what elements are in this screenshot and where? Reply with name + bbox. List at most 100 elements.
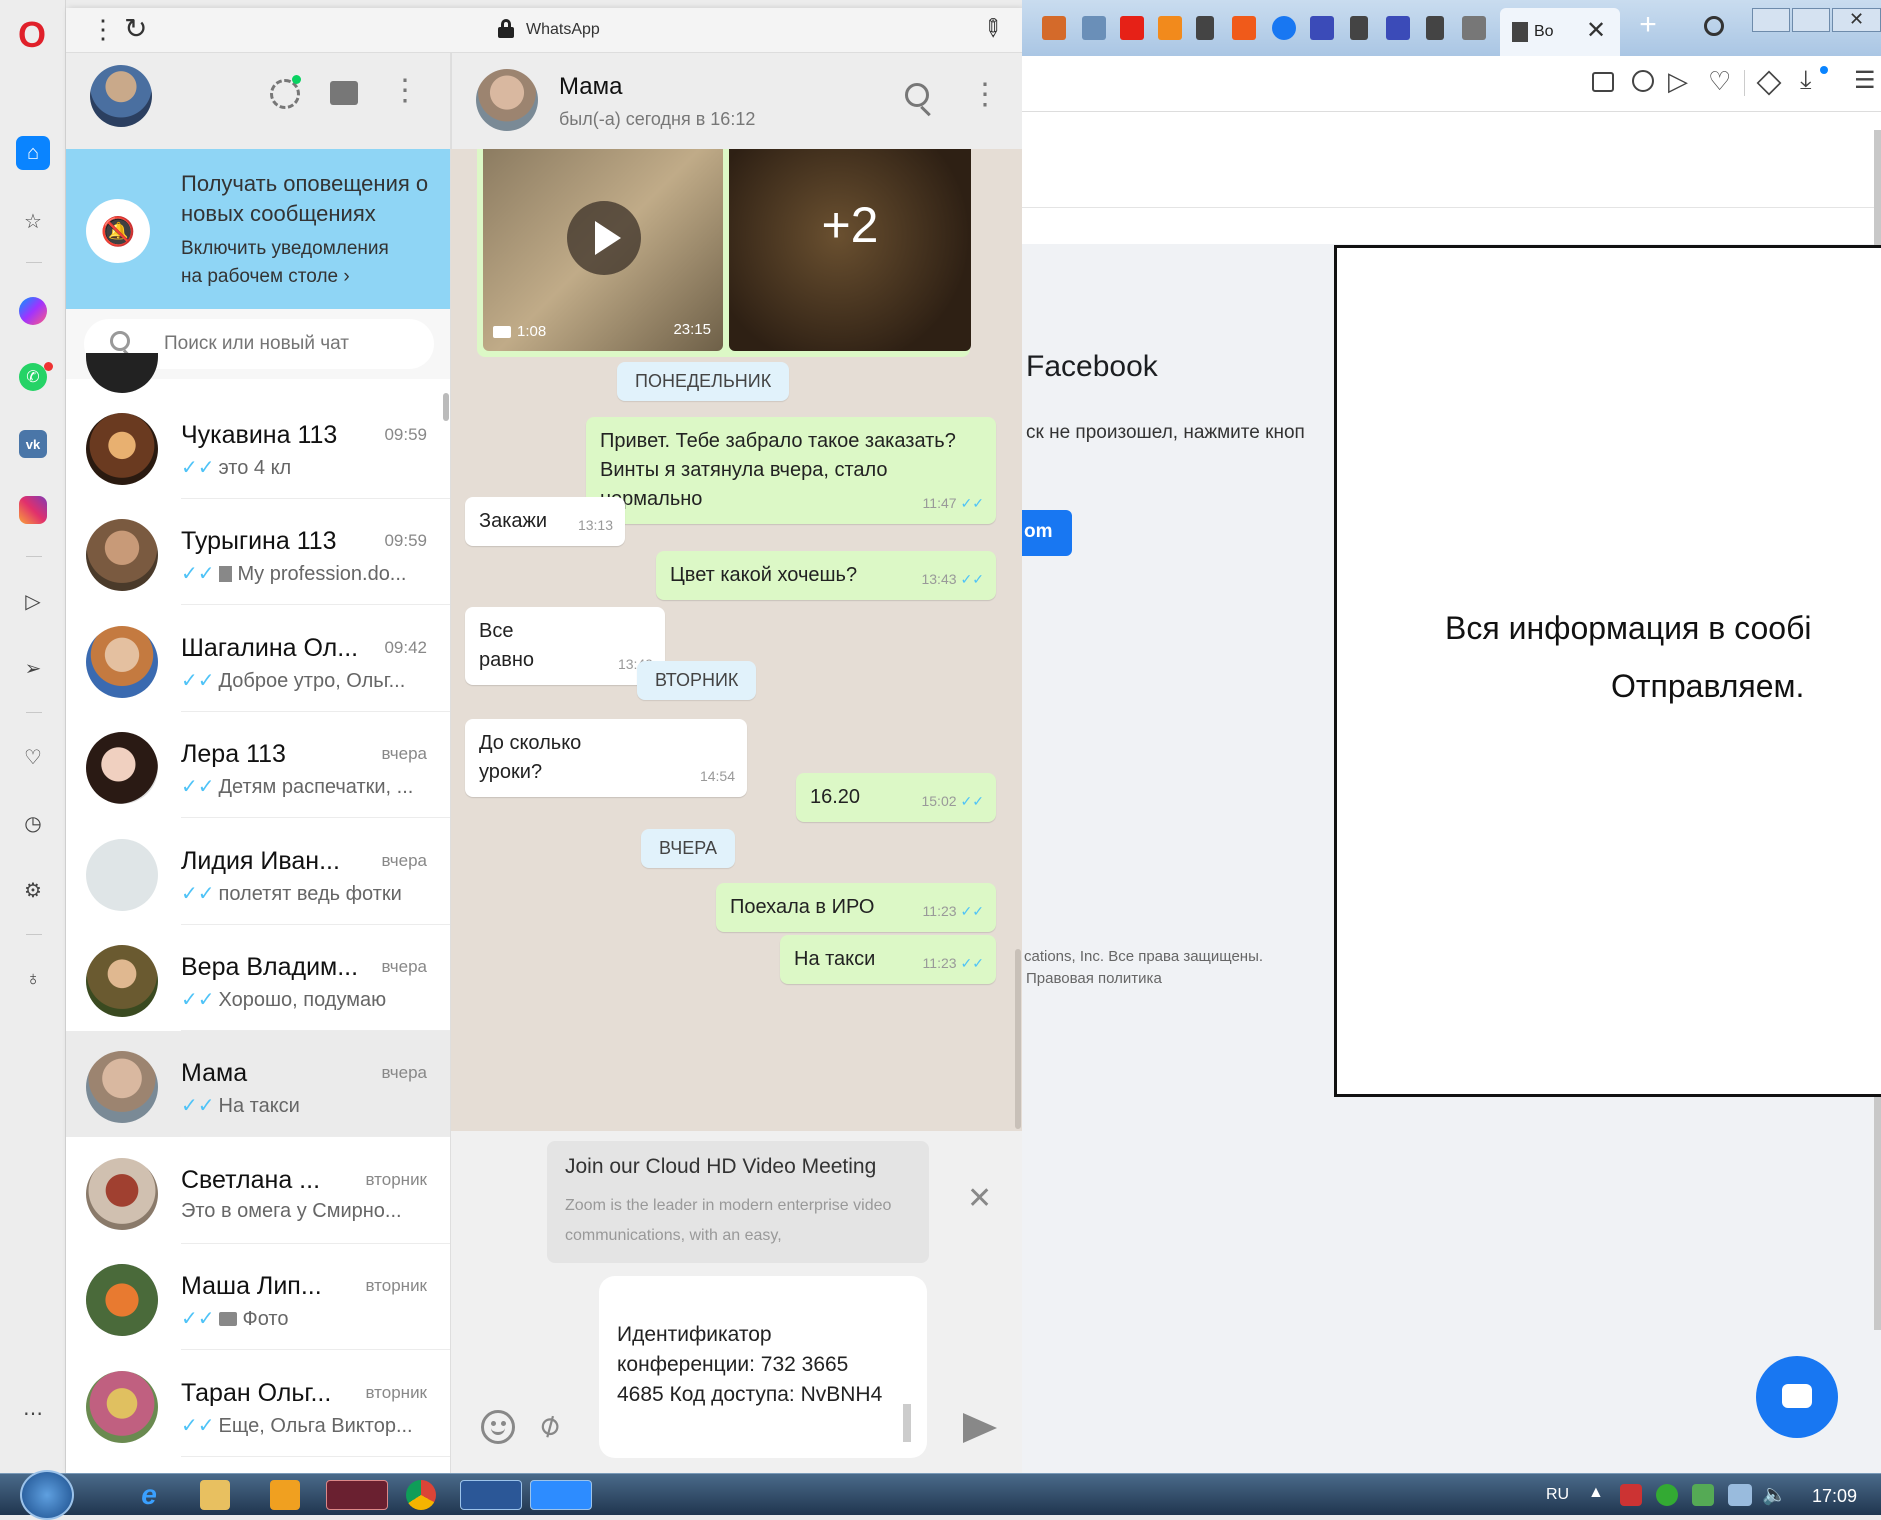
facebook-button[interactable]: om: [1022, 510, 1072, 556]
explorer-icon[interactable]: [200, 1480, 230, 1510]
incoming-message[interactable]: Все равно 13:49: [465, 607, 665, 685]
footer-policy-link[interactable]: Правовая политика: [1026, 970, 1162, 987]
heart-icon[interactable]: ♡: [16, 740, 50, 774]
close-preview-icon[interactable]: ✕: [967, 1181, 992, 1216]
chat-item-active[interactable]: Мама вчера ✓✓ На такси: [66, 1031, 450, 1138]
incoming-message[interactable]: Закажи 13:13: [465, 497, 625, 546]
link-preview[interactable]: Join our Cloud HD Video Meeting Zoom is …: [547, 1141, 929, 1263]
grid-tab-icon[interactable]: [1462, 16, 1486, 40]
tab-icon-news[interactable]: [1042, 16, 1066, 40]
ok-icon[interactable]: [1158, 16, 1182, 40]
outgoing-message[interactable]: На такси 11:23 ✓✓: [780, 935, 996, 984]
chat-item[interactable]: Вера Владим... вчера ✓✓ Хорошо, подумаю: [66, 925, 450, 1031]
document-tab-icon-2[interactable]: [1350, 16, 1368, 40]
conversation-search-icon[interactable]: [905, 83, 929, 107]
adblock-icon[interactable]: [1632, 70, 1654, 92]
outgoing-message[interactable]: Поехала в ИРО 11:23 ✓✓: [716, 883, 996, 932]
messenger-icon[interactable]: [16, 294, 50, 328]
chrome-icon[interactable]: [406, 1480, 436, 1510]
window-close-button[interactable]: ✕: [1832, 8, 1881, 32]
star-icon[interactable]: ☆: [16, 204, 50, 238]
history-icon[interactable]: ◷: [16, 806, 50, 840]
flow-send-icon[interactable]: ▷: [1668, 66, 1688, 97]
reload-icon[interactable]: ↻: [124, 12, 147, 45]
chat-item[interactable]: Лера 113 вчера ✓✓ Детям распечатки, ...: [66, 712, 450, 819]
tray-volume-icon[interactable]: 🔈: [1762, 1482, 1787, 1507]
conversation-scrollbar[interactable]: [1015, 949, 1021, 1129]
minimize-button[interactable]: [1752, 8, 1790, 32]
tray-network-icon[interactable]: [1728, 1484, 1752, 1506]
vk-icon[interactable]: vk: [16, 427, 50, 461]
player-icon[interactable]: ▷: [16, 584, 50, 618]
easy-setup-icon[interactable]: ☰: [1854, 66, 1876, 95]
more-media-thumbnail[interactable]: +2: [729, 149, 971, 351]
play-icon[interactable]: [567, 201, 641, 275]
taskbar-clock[interactable]: 17:09: [1812, 1486, 1857, 1507]
tray-shield-icon[interactable]: [1656, 1484, 1678, 1506]
pin-icon[interactable]: ✎: [975, 11, 1010, 46]
tray-expand-icon[interactable]: ▲: [1588, 1484, 1604, 1502]
lightbulb-icon[interactable]: ♁: [16, 962, 50, 996]
keyboard-language[interactable]: RU: [1546, 1486, 1569, 1504]
chat-item[interactable]: Светлана ... вторник Это в омега у Смирно.…: [66, 1138, 450, 1244]
tab-icon-orange[interactable]: [1232, 16, 1256, 40]
snapshot-icon[interactable]: [1592, 72, 1614, 92]
settings-icon[interactable]: ⚙: [16, 873, 50, 907]
emoji-icon[interactable]: [481, 1410, 515, 1444]
active-tab[interactable]: Bo ✕: [1500, 8, 1620, 56]
ie-icon[interactable]: e: [134, 1480, 164, 1510]
notification-link[interactable]: Включить уведомления на рабочем столе ›: [181, 235, 411, 291]
tab-close-icon[interactable]: ✕: [1586, 16, 1606, 45]
chat-item[interactable]: Лидия Иван... вчера ✓✓ полетят ведь фотки: [66, 819, 450, 925]
extension-cube-icon[interactable]: [1756, 70, 1782, 96]
message-input[interactable]: Идентификатор конференции: 732 3665 4685…: [599, 1276, 927, 1458]
document-tab-icon-3[interactable]: [1426, 16, 1444, 40]
media-album[interactable]: 1:08 23:15 +2: [477, 149, 971, 357]
list-tab-icon[interactable]: [1310, 16, 1334, 40]
chat-item[interactable]: Чукавина 113 09:59 ✓✓ это 4 кл: [66, 393, 450, 499]
home-icon[interactable]: ⌂: [16, 136, 50, 170]
facebook-tab-icon[interactable]: [1272, 16, 1296, 40]
opera-taskbar-icon[interactable]: [326, 1480, 388, 1510]
notification-banner[interactable]: 🔕 Получать оповещения о новых сообщениях…: [66, 149, 450, 309]
media-player-icon[interactable]: [270, 1480, 300, 1510]
chat-item[interactable]: Турыгина 113 09:59 ✓✓ My profession.do...: [66, 499, 450, 606]
document-tab-icon[interactable]: [1196, 16, 1214, 40]
list-tab-icon-2[interactable]: [1386, 16, 1410, 40]
youtube-icon[interactable]: [1120, 16, 1144, 40]
more-icon[interactable]: ⋯: [16, 1396, 50, 1430]
zoom-icon[interactable]: [530, 1480, 592, 1510]
search-icon: [110, 331, 130, 351]
outgoing-message[interactable]: Цвет какой хочешь? 13:43 ✓✓: [656, 551, 996, 600]
outgoing-message[interactable]: Привет. Тебе забрало такое заказать? Вин…: [586, 417, 996, 524]
word-icon[interactable]: [460, 1480, 522, 1510]
new-tab-button[interactable]: +: [1626, 8, 1670, 48]
instagram-icon[interactable]: [16, 493, 50, 527]
send-icon[interactable]: ➢: [16, 651, 50, 685]
outgoing-message[interactable]: 16.20 15:02 ✓✓: [796, 773, 996, 822]
tab-icon-chart[interactable]: [1082, 16, 1106, 40]
new-chat-icon[interactable]: [330, 81, 358, 105]
tray-antivirus-icon[interactable]: [1620, 1484, 1642, 1506]
chat-item[interactable]: Маша Лип... вторник ✓✓ Фото: [66, 1244, 450, 1351]
attach-icon[interactable]: ⌀: [531, 1403, 567, 1446]
download-icon[interactable]: ⤓: [1800, 64, 1812, 96]
panel-menu-icon[interactable]: ⋮: [90, 14, 116, 45]
conversation-menu-icon[interactable]: ⋮: [970, 77, 1000, 112]
send-icon[interactable]: [963, 1413, 997, 1443]
contact-name[interactable]: Мама: [559, 73, 622, 101]
chat-support-button[interactable]: [1756, 1356, 1838, 1438]
bookmark-heart-icon[interactable]: ♡: [1708, 66, 1731, 97]
video-thumbnail[interactable]: 1:08 23:15: [483, 149, 723, 351]
chat-menu-icon[interactable]: ⋮: [390, 73, 420, 108]
opera-logo[interactable]: O: [18, 14, 46, 56]
chat-item[interactable]: Таран Ольг... вторник ✓✓ Еще, Ольга Виктор.…: [66, 1351, 450, 1457]
chat-item[interactable]: Шагалина Ол... 09:42 ✓✓ Доброе утро, Ольг..…: [66, 606, 450, 712]
tray-flag-icon[interactable]: [1692, 1484, 1714, 1506]
incoming-message[interactable]: До сколько уроки? 14:54: [465, 719, 747, 797]
my-avatar[interactable]: [90, 65, 152, 127]
tab-search-icon[interactable]: [1704, 16, 1724, 36]
contact-avatar[interactable]: [476, 69, 538, 131]
start-button[interactable]: [20, 1470, 74, 1520]
maximize-button[interactable]: [1792, 8, 1830, 32]
